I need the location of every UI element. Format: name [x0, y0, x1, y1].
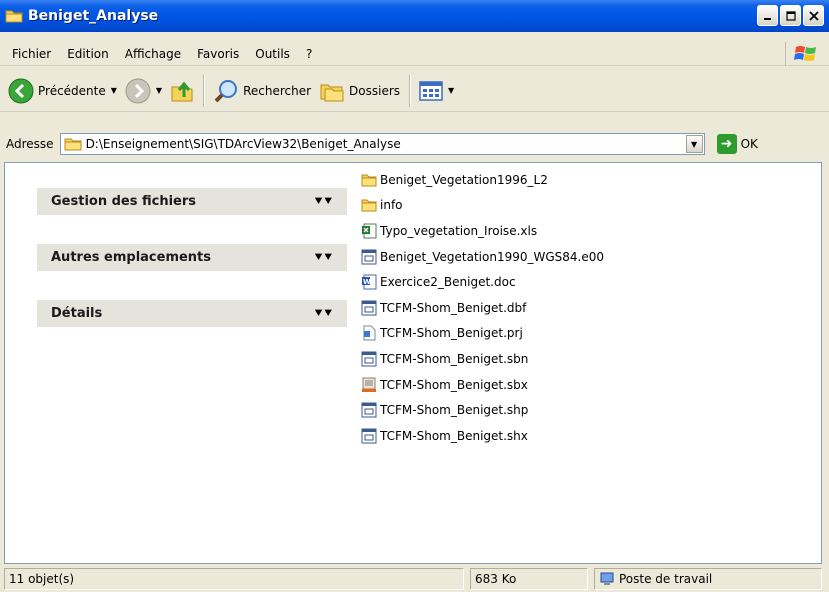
task-pane: Gestion des fichiers ⯆⯆ Autres emplaceme… [5, 163, 355, 563]
list-item[interactable]: Beniget_Vegetation1996_L2 [361, 167, 604, 193]
file-name: TCFM-Shom_Beniget.sbx [380, 377, 528, 392]
menu-fichier[interactable]: Fichier [4, 47, 59, 61]
file-name: Beniget_Vegetation1996_L2 [380, 172, 548, 187]
back-button[interactable]: Précédente ▼ [4, 73, 121, 109]
folders-icon [320, 84, 344, 101]
menu-bar: Fichier Edition Affichage Favoris Outils… [0, 42, 829, 66]
title-bar[interactable]: Beniget_Analyse [0, 0, 829, 32]
file-name: Exercice2_Beniget.doc [380, 275, 516, 290]
prj-file-icon [363, 325, 376, 341]
sbx-file-icon [362, 377, 376, 392]
maximize-button[interactable] [780, 5, 801, 26]
chevron-down-icon[interactable]: ⯆⯆ [314, 306, 333, 321]
search-icon [214, 79, 238, 102]
generic-file-icon [361, 351, 377, 367]
address-path: D:\Enseignement\SIG\TDArcView32\Beniget_… [85, 137, 401, 151]
forward-arrow-icon [125, 78, 151, 103]
folder-icon [64, 138, 82, 151]
task-title: Gestion des fichiers [51, 194, 197, 209]
views-button[interactable]: ▼ [415, 73, 458, 109]
menu-affichage[interactable]: Affichage [117, 47, 189, 61]
list-item[interactable]: TCFM-Shom_Beniget.dbf [361, 295, 604, 321]
folders-label: Dossiers [349, 83, 401, 98]
file-name: Beniget_Vegetation1990_WGS84.e00 [380, 249, 605, 264]
generic-file-icon [361, 300, 377, 316]
folder-icon [361, 199, 377, 212]
menu-favoris[interactable]: Favoris [189, 47, 247, 61]
file-name: info [380, 198, 403, 213]
file-name: Typo_vegetation_Iroise.xls [380, 223, 538, 238]
folder-icon [361, 174, 377, 187]
address-field[interactable]: D:\Enseignement\SIG\TDArcView32\Beniget_… [59, 133, 705, 155]
file-name: TCFM-Shom_Beniget.prj [380, 326, 523, 341]
generic-file-icon [361, 402, 377, 418]
file-name: TCFM-Shom_Beniget.sbn [380, 351, 529, 366]
chevron-down-icon[interactable]: ▼ [448, 86, 454, 95]
close-button[interactable] [803, 5, 824, 26]
file-list: Beniget_Vegetation1996_L2 info Typo_vege… [361, 167, 604, 449]
toolbar: Précédente ▼ ▼ Rechercher Dossiers ▼ [0, 70, 829, 112]
address-bar: Adresse D:\Enseignement\SIG\TDArcView32\… [0, 130, 829, 158]
toolbar-separator [409, 74, 411, 107]
go-button[interactable]: ➜ OK [716, 134, 758, 154]
folders-button[interactable]: Dossiers [315, 73, 404, 109]
window-title: Beniget_Analyse [28, 8, 159, 24]
generic-file-icon [361, 249, 377, 265]
chevron-down-icon[interactable]: ⯆⯆ [314, 250, 333, 265]
task-autres-emplacements[interactable]: Autres emplacements ⯆⯆ [37, 243, 347, 271]
menu-outils[interactable]: Outils [247, 47, 298, 61]
file-name: TCFM-Shom_Beniget.dbf [380, 300, 527, 315]
status-size: 683 Ko [470, 568, 588, 590]
toolbar-separator [203, 74, 205, 107]
chevron-down-icon[interactable]: ▼ [111, 86, 117, 95]
search-button[interactable]: Rechercher [209, 73, 315, 109]
windows-logo-icon [785, 42, 825, 66]
task-title: Autres emplacements [51, 250, 212, 265]
go-label: OK [740, 137, 758, 151]
list-item[interactable]: info [361, 193, 604, 219]
content-area: Gestion des fichiers ⯆⯆ Autres emplaceme… [4, 162, 822, 564]
address-dropdown-button[interactable]: ▼ [685, 135, 703, 153]
generic-file-icon [361, 428, 377, 444]
up-folder-button[interactable] [166, 73, 198, 109]
forward-button[interactable]: ▼ [121, 73, 166, 109]
list-item[interactable]: TCFM-Shom_Beniget.shp [361, 397, 604, 423]
list-item[interactable]: TCFM-Shom_Beniget.sbn [361, 346, 604, 372]
views-icon [419, 80, 443, 101]
search-label: Rechercher [243, 83, 312, 98]
computer-icon [600, 572, 614, 585]
file-name: TCFM-Shom_Beniget.shp [380, 403, 529, 418]
up-folder-icon [171, 81, 193, 101]
list-item[interactable]: TCFM-Shom_Beniget.sbx [361, 372, 604, 398]
status-bar: 11 objet(s) 683 Ko Poste de travail [0, 566, 829, 592]
menu-edition[interactable]: Edition [59, 47, 117, 61]
explorer-window: Beniget_Analyse Fichier Edition Affichag… [0, 0, 829, 592]
status-count: 11 objet(s) [4, 568, 464, 590]
list-item[interactable]: W Exercice2_Beniget.doc [361, 269, 604, 295]
folder-icon [5, 9, 23, 23]
task-title: Détails [51, 306, 103, 321]
status-location-cell: Poste de travail [594, 568, 822, 590]
list-item[interactable]: TCFM-Shom_Beniget.shx [361, 423, 604, 449]
list-item[interactable]: Beniget_Vegetation1990_WGS84.e00 [361, 244, 604, 270]
minimize-button[interactable] [757, 5, 778, 26]
chevron-down-icon[interactable]: ▼ [156, 86, 162, 95]
task-gestion-fichiers[interactable]: Gestion des fichiers ⯆⯆ [37, 187, 347, 215]
svg-text:W: W [363, 278, 371, 286]
task-details[interactable]: Détails ⯆⯆ [37, 299, 347, 327]
back-arrow-icon [8, 78, 34, 103]
back-label: Précédente [38, 83, 106, 98]
excel-icon [362, 223, 377, 239]
list-item[interactable]: TCFM-Shom_Beniget.prj [361, 321, 604, 347]
menu-help[interactable]: ? [298, 47, 320, 61]
file-name: TCFM-Shom_Beniget.shx [380, 428, 528, 443]
word-icon: W [362, 274, 377, 290]
go-arrow-icon: ➜ [716, 134, 737, 154]
chevron-down-icon[interactable]: ⯆⯆ [314, 194, 333, 209]
status-location: Poste de travail [619, 572, 713, 586]
address-label: Adresse [6, 137, 54, 151]
list-item[interactable]: Typo_vegetation_Iroise.xls [361, 218, 604, 244]
